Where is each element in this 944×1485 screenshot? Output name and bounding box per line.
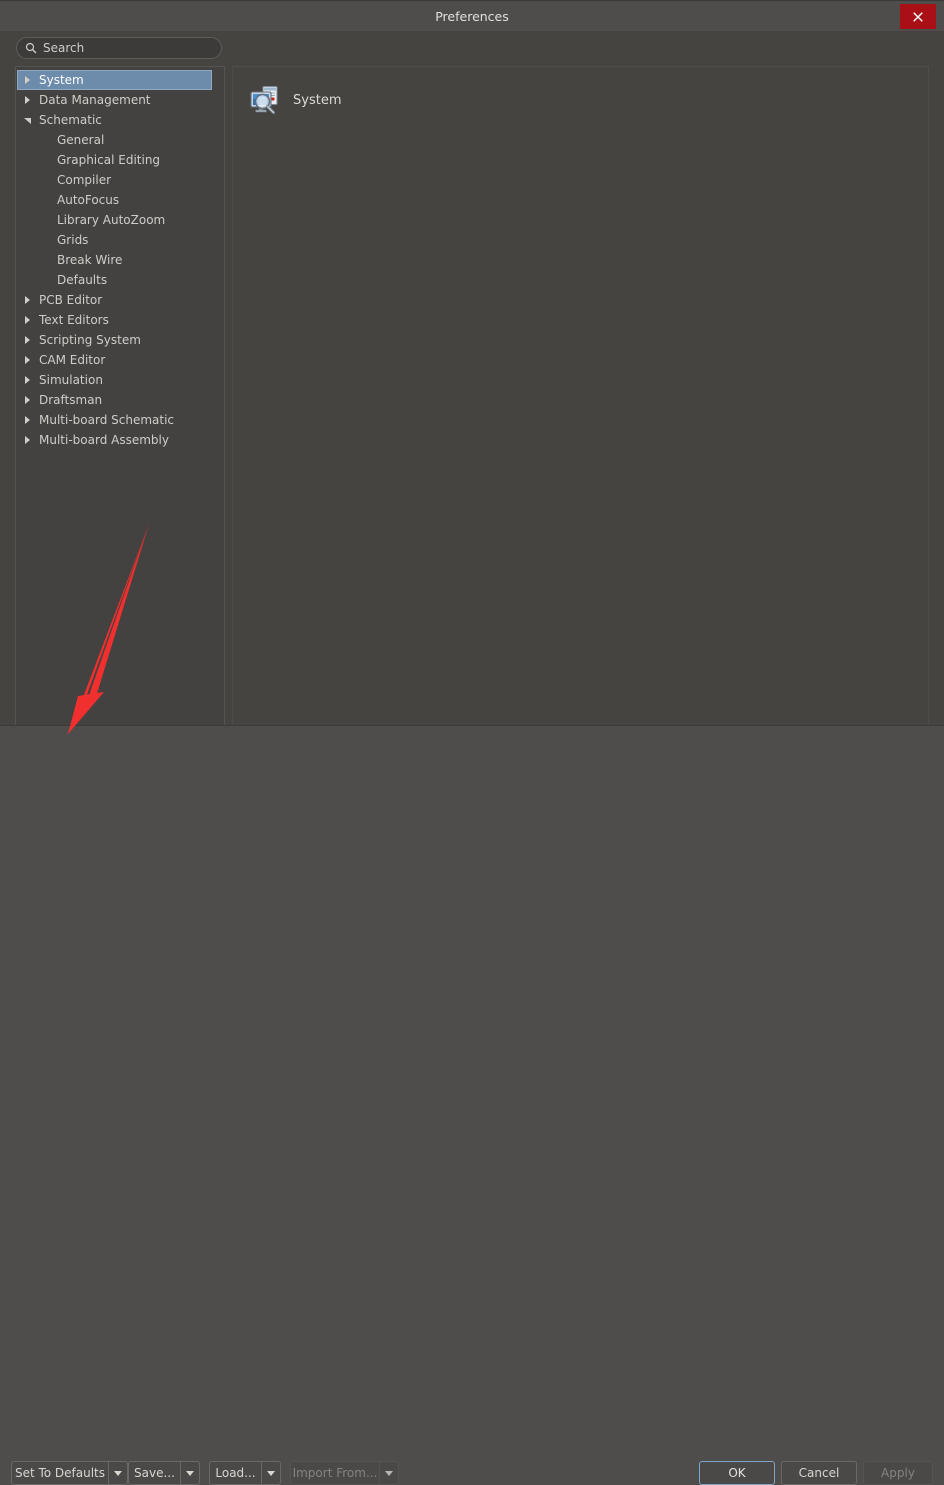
footer-toolbar: Set To Defaults Save... Load... Import F… xyxy=(0,725,944,1485)
window-title: Preferences xyxy=(435,9,509,24)
sidebar-item-label: System xyxy=(39,73,84,87)
search-box[interactable] xyxy=(16,37,222,59)
sidebar-item-label: Multi-board Schematic xyxy=(39,413,175,427)
sidebar-item-label: Scripting System xyxy=(39,333,141,347)
sidebar-item-label: Simulation xyxy=(39,373,103,387)
chevron-down-icon xyxy=(186,1470,194,1476)
sidebar-item-multi-board-assembly[interactable]: Multi-board Assembly xyxy=(17,430,217,450)
sidebar-item-label: Defaults xyxy=(57,273,108,287)
import-from-button: Import From... xyxy=(290,1461,379,1485)
close-icon xyxy=(913,11,923,22)
sidebar-item-simulation[interactable]: Simulation xyxy=(17,370,217,390)
sidebar-item-label: Draftsman xyxy=(39,393,103,407)
sidebar-item-break-wire[interactable]: Break Wire xyxy=(17,250,217,270)
sidebar-item-compiler[interactable]: Compiler xyxy=(17,170,217,190)
chevron-right-icon[interactable] xyxy=(17,356,37,364)
ok-button[interactable]: OK xyxy=(699,1461,775,1485)
chevron-right-icon[interactable] xyxy=(17,436,37,444)
save-split-button[interactable]: Save... xyxy=(128,1461,200,1485)
set-to-defaults-split-button[interactable]: Set To Defaults xyxy=(11,1461,128,1485)
chevron-down-icon[interactable] xyxy=(17,117,37,124)
set-to-defaults-dropdown-button[interactable] xyxy=(108,1461,128,1485)
sidebar-item-defaults[interactable]: Defaults xyxy=(17,270,217,290)
import-from-dropdown-button[interactable] xyxy=(379,1461,399,1485)
load-split-button[interactable]: Load... xyxy=(209,1461,281,1485)
sidebar-item-label: PCB Editor xyxy=(39,293,103,307)
set-to-defaults-button[interactable]: Set To Defaults xyxy=(11,1461,108,1485)
sidebar-item-autofocus[interactable]: AutoFocus xyxy=(17,190,217,210)
import-from-split-button: Import From... xyxy=(290,1461,399,1485)
search-input[interactable] xyxy=(43,39,213,57)
search-icon xyxy=(25,42,37,54)
sidebar-item-label: General xyxy=(57,133,105,147)
sidebar-item-label: Grids xyxy=(57,233,89,247)
sidebar-item-data-management[interactable]: Data Management xyxy=(17,90,217,110)
chevron-right-icon[interactable] xyxy=(17,396,37,404)
system-monitor-magnifier-icon xyxy=(250,86,278,115)
chevron-right-icon[interactable] xyxy=(17,96,37,104)
load-button[interactable]: Load... xyxy=(209,1461,261,1485)
sidebar-item-draftsman[interactable]: Draftsman xyxy=(17,390,217,410)
chevron-right-icon[interactable] xyxy=(17,376,37,384)
sidebar-item-grids[interactable]: Grids xyxy=(17,230,217,250)
sidebar-item-label: AutoFocus xyxy=(57,193,120,207)
dialog-body: System Data Management Schematic General Gra… xyxy=(0,31,944,749)
sidebar-item-system[interactable]: System xyxy=(17,70,212,90)
sidebar-item-general[interactable]: General xyxy=(17,130,217,150)
sidebar-item-graphical-editing[interactable]: Graphical Editing xyxy=(17,150,217,170)
sidebar-item-library-autozoom[interactable]: Library AutoZoom xyxy=(17,210,217,230)
chevron-right-icon[interactable] xyxy=(17,336,37,344)
cancel-button[interactable]: Cancel xyxy=(781,1461,857,1485)
sidebar-item-cam-editor[interactable]: CAM Editor xyxy=(17,350,217,370)
chevron-down-icon xyxy=(385,1470,393,1476)
chevron-right-icon[interactable] xyxy=(17,296,37,304)
close-button[interactable] xyxy=(900,4,936,29)
chevron-right-icon[interactable] xyxy=(17,416,37,424)
sidebar-item-text-editors[interactable]: Text Editors xyxy=(17,310,217,330)
preferences-tree[interactable]: System Data Management Schematic General Gra… xyxy=(17,70,217,746)
content-panel: System xyxy=(232,66,929,749)
sidebar-item-label: Graphical Editing xyxy=(57,153,161,167)
sidebar-item-scripting-system[interactable]: Scripting System xyxy=(17,330,217,350)
sidebar-item-label: CAM Editor xyxy=(39,353,106,367)
load-dropdown-button[interactable] xyxy=(261,1461,281,1485)
sidebar-item-multi-board-schematic[interactable]: Multi-board Schematic xyxy=(17,410,217,430)
save-button[interactable]: Save... xyxy=(128,1461,180,1485)
title-bar: Preferences xyxy=(0,0,944,32)
content-title: System xyxy=(293,92,342,108)
apply-button: Apply xyxy=(863,1461,933,1485)
sidebar-item-label: Schematic xyxy=(39,113,102,127)
sidebar-item-label: Compiler xyxy=(57,173,112,187)
sidebar-item-pcb-editor[interactable]: PCB Editor xyxy=(17,290,217,310)
sidebar-item-label: Break Wire xyxy=(57,253,123,267)
sidebar-item-label: Multi-board Assembly xyxy=(39,433,169,447)
chevron-down-icon xyxy=(114,1470,122,1476)
sidebar-item-label: Text Editors xyxy=(39,313,109,327)
chevron-down-icon xyxy=(267,1470,275,1476)
content-header: System xyxy=(249,84,341,116)
sidebar-item-schematic[interactable]: Schematic xyxy=(17,110,217,130)
chevron-right-icon[interactable] xyxy=(17,316,37,324)
chevron-right-icon[interactable] xyxy=(18,76,37,84)
sidebar-item-label: Library AutoZoom xyxy=(57,213,166,227)
preferences-tree-panel[interactable]: System Data Management Schematic General Gra… xyxy=(15,66,225,749)
save-dropdown-button[interactable] xyxy=(180,1461,200,1485)
sidebar-item-label: Data Management xyxy=(39,93,151,107)
